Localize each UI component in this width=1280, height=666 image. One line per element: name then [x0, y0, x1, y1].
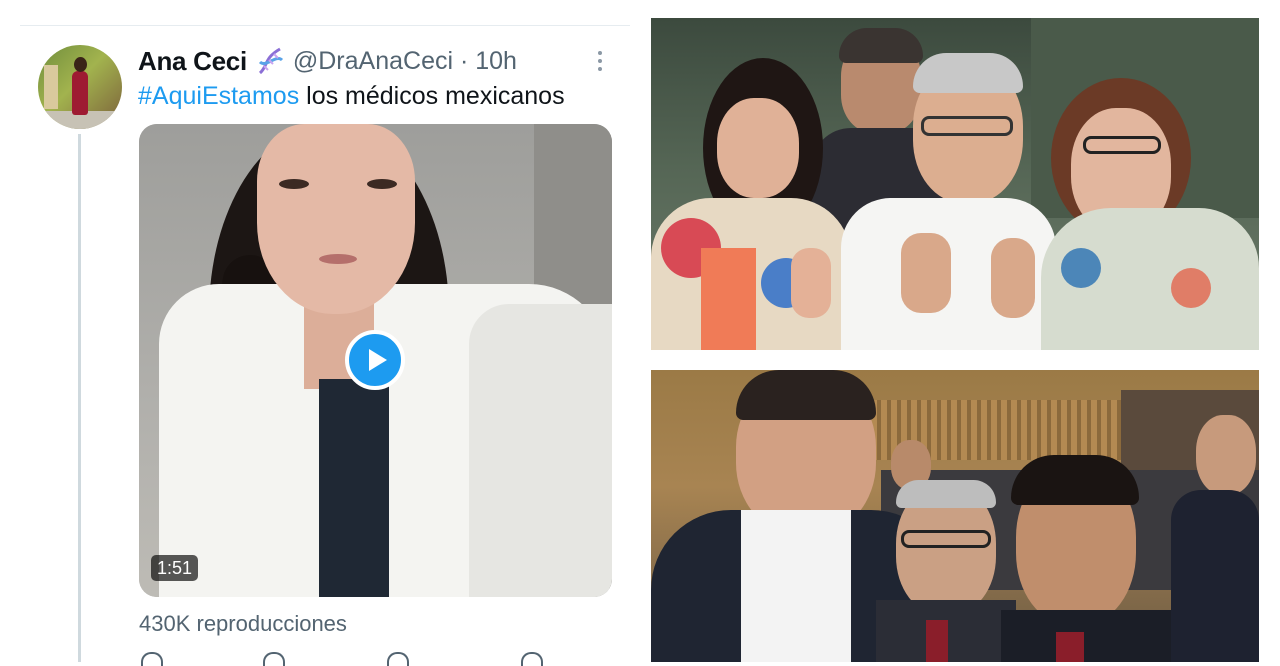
display-name[interactable]: Ana Ceci: [138, 46, 247, 77]
photo-group-thumbs-up: [651, 18, 1259, 350]
photo-auditorium-group: [651, 370, 1259, 662]
tweet[interactable]: Ana Ceci @DraAnaCeci · 10h #AquiEstamos …: [0, 0, 640, 666]
tweet-actions: [139, 652, 609, 666]
retweet-icon[interactable]: [263, 652, 285, 666]
video-duration: 1:51: [151, 555, 199, 581]
handle-and-time[interactable]: @DraAnaCeci · 10h: [293, 47, 517, 76]
play-icon[interactable]: [345, 330, 405, 390]
reply-icon[interactable]: [141, 652, 163, 666]
video-player[interactable]: 1:51: [139, 124, 612, 597]
tweet-header: Ana Ceci @DraAnaCeci · 10h: [138, 44, 517, 78]
more-icon[interactable]: [592, 48, 608, 74]
hashtag-link[interactable]: #AquiEstamos: [138, 82, 299, 110]
view-count: 430K reproducciones: [139, 611, 347, 636]
share-icon[interactable]: [521, 652, 543, 666]
tweet-body: los médicos mexicanos: [299, 82, 565, 110]
avatar[interactable]: [38, 45, 122, 129]
tweet-text: #AquiEstamos los médicos mexicanos: [138, 82, 565, 111]
dna-emoji-icon: [258, 47, 283, 75]
thread-line: [78, 134, 81, 662]
like-icon[interactable]: [387, 652, 409, 666]
